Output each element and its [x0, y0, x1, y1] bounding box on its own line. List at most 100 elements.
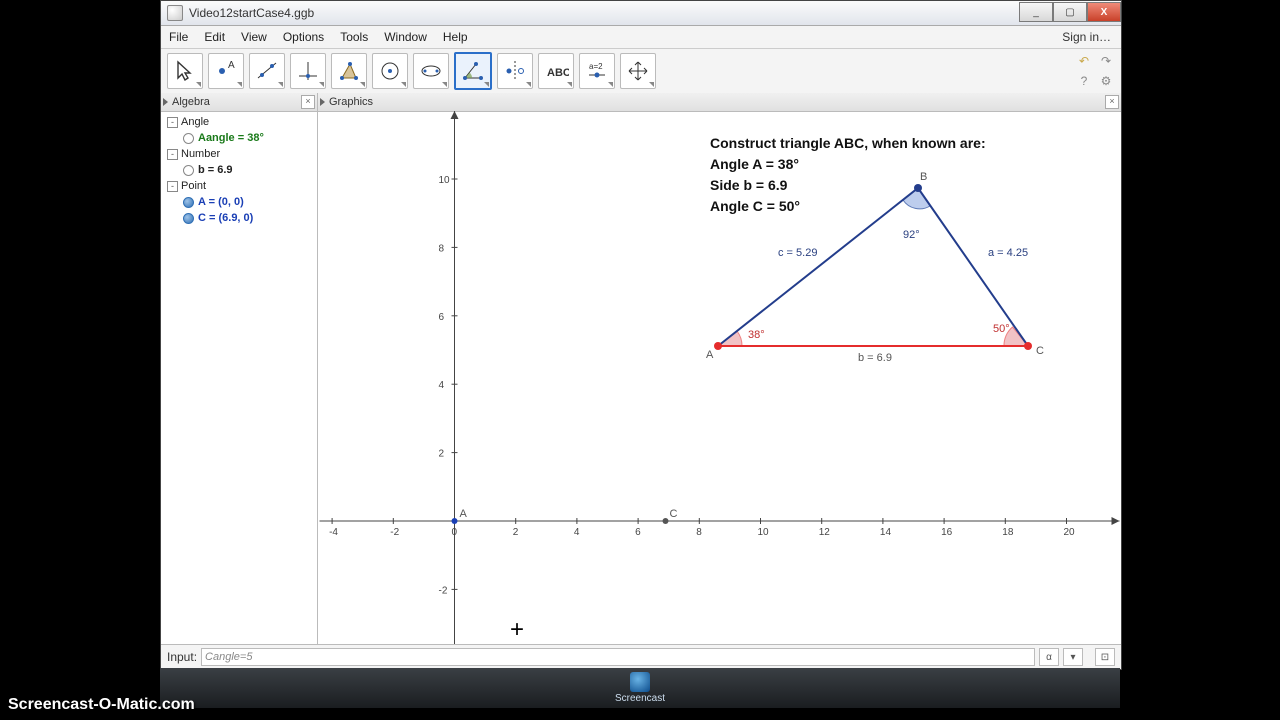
geogebra-window: Video12startCase4.ggb _ ▢ X File Edit Vi…: [160, 0, 1122, 670]
move-tool[interactable]: [167, 53, 203, 89]
svg-text:C: C: [1036, 345, 1044, 357]
collapse-icon[interactable]: [163, 98, 168, 106]
screencast-icon: [630, 672, 650, 692]
perpendicular-tool[interactable]: [290, 53, 326, 89]
graphics-panel: Graphics × -4-202468101214161820 -2: [318, 93, 1121, 645]
app-icon: [167, 5, 183, 21]
input-bar: Input: α ▾ ⊡: [161, 644, 1121, 669]
sign-in-link[interactable]: Sign in…: [1062, 30, 1121, 44]
svg-text:a=2: a=2: [589, 62, 603, 71]
tree-item[interactable]: Aangle = 38°: [198, 132, 264, 144]
svg-text:10: 10: [758, 527, 770, 538]
polygon-tool[interactable]: [331, 53, 367, 89]
maximize-button[interactable]: ▢: [1053, 2, 1087, 22]
menu-window[interactable]: Window: [376, 26, 435, 48]
svg-text:18: 18: [1002, 527, 1014, 538]
minimize-button[interactable]: _: [1019, 2, 1053, 22]
point-c[interactable]: [663, 518, 669, 524]
svg-text:8: 8: [439, 243, 445, 254]
input-label: Input:: [167, 650, 197, 664]
move-graphics-tool[interactable]: [620, 53, 656, 89]
tree-item[interactable]: A = (0, 0): [198, 196, 244, 208]
point-a-label: A: [460, 508, 468, 520]
category-angle[interactable]: Angle: [181, 116, 209, 128]
undo-icon[interactable]: ↶: [1075, 52, 1093, 70]
svg-text:20: 20: [1064, 527, 1076, 538]
expand-icon[interactable]: -: [167, 117, 178, 128]
circle-tool[interactable]: [372, 53, 408, 89]
graphics-title: Graphics: [329, 96, 373, 108]
menubar: File Edit View Options Tools Window Help…: [161, 26, 1121, 49]
alpha-button[interactable]: α: [1039, 648, 1059, 666]
menu-edit[interactable]: Edit: [196, 26, 233, 48]
window-title: Video12startCase4.ggb: [189, 6, 1019, 20]
svg-text:-2: -2: [439, 585, 448, 596]
svg-text:12: 12: [819, 527, 831, 538]
visibility-toggle[interactable]: [183, 197, 194, 208]
expand-icon[interactable]: -: [167, 181, 178, 192]
close-panel-icon[interactable]: ×: [1105, 95, 1119, 109]
slider-tool[interactable]: a=2: [579, 53, 615, 89]
svg-text:a = 4.25: a = 4.25: [988, 247, 1028, 259]
svg-text:-2: -2: [390, 527, 399, 538]
text-tool[interactable]: ABC: [538, 53, 574, 89]
svg-text:A: A: [706, 349, 714, 361]
svg-text:16: 16: [941, 527, 953, 538]
settings-icon[interactable]: ⚙: [1097, 72, 1115, 90]
algebra-header[interactable]: Algebra ×: [161, 93, 317, 112]
svg-text:6: 6: [439, 312, 445, 323]
expand-icon[interactable]: -: [167, 149, 178, 160]
svg-text:B: B: [920, 171, 927, 183]
redo-icon[interactable]: ↷: [1097, 52, 1115, 70]
svg-text:6: 6: [635, 527, 641, 538]
graphics-header[interactable]: Graphics ×: [318, 93, 1121, 112]
point-a[interactable]: [452, 518, 458, 524]
help-icon[interactable]: ?: [1075, 72, 1093, 90]
toolbar: A ABC a=2 ↶ ↷ ? ⚙: [161, 49, 1121, 94]
algebra-tree: -Angle Aangle = 38° -Number b = 6.9 -Poi…: [161, 112, 317, 228]
reference-triangle: A B C 38° 92° 50° c = 5.29 a = 4.25 b = …: [698, 166, 1058, 366]
svg-text:ABC: ABC: [547, 67, 569, 79]
menu-options[interactable]: Options: [275, 26, 332, 48]
svg-text:38°: 38°: [748, 329, 765, 341]
titlebar[interactable]: Video12startCase4.ggb _ ▢ X: [161, 1, 1121, 26]
reflect-tool[interactable]: [497, 53, 533, 89]
line-tool[interactable]: [249, 53, 285, 89]
svg-text:4: 4: [574, 527, 580, 538]
visibility-toggle[interactable]: [183, 213, 194, 224]
svg-text:2: 2: [439, 449, 445, 460]
point-tool[interactable]: A: [208, 53, 244, 89]
visibility-toggle[interactable]: [183, 165, 194, 176]
crosshair-cursor: +: [510, 616, 524, 644]
category-number[interactable]: Number: [181, 148, 220, 160]
close-panel-icon[interactable]: ×: [301, 95, 315, 109]
tree-item[interactable]: b = 6.9: [198, 164, 233, 176]
svg-text:b = 6.9: b = 6.9: [858, 352, 892, 364]
tree-item[interactable]: C = (6.9, 0): [198, 212, 253, 224]
dropdown-button[interactable]: ▾: [1063, 648, 1083, 666]
algebra-panel: Algebra × -Angle Aangle = 38° -Number b …: [161, 93, 318, 645]
svg-text:8: 8: [696, 527, 702, 538]
svg-text:14: 14: [880, 527, 892, 538]
collapse-icon[interactable]: [320, 98, 325, 106]
menu-help[interactable]: Help: [435, 26, 476, 48]
input-field[interactable]: [201, 648, 1035, 666]
windows-taskbar[interactable]: Screencast: [160, 668, 1120, 708]
menu-tools[interactable]: Tools: [332, 26, 376, 48]
svg-text:2: 2: [513, 527, 519, 538]
visibility-toggle[interactable]: [183, 133, 194, 144]
close-button[interactable]: X: [1087, 2, 1121, 22]
point-c-label: C: [670, 508, 678, 520]
help-input-button[interactable]: ⊡: [1095, 648, 1115, 666]
svg-text:A: A: [228, 60, 235, 71]
category-point[interactable]: Point: [181, 180, 206, 192]
svg-text:4: 4: [439, 380, 445, 391]
svg-text:50°: 50°: [993, 323, 1010, 335]
menu-view[interactable]: View: [233, 26, 275, 48]
graphics-canvas[interactable]: -4-202468101214161820 -2246810 A C Const…: [318, 111, 1121, 645]
conic-tool[interactable]: [413, 53, 449, 89]
svg-text:-4: -4: [329, 527, 338, 538]
taskbar-item-screencast[interactable]: Screencast: [615, 672, 665, 704]
angle-tool[interactable]: [454, 52, 492, 90]
menu-file[interactable]: File: [161, 26, 196, 48]
